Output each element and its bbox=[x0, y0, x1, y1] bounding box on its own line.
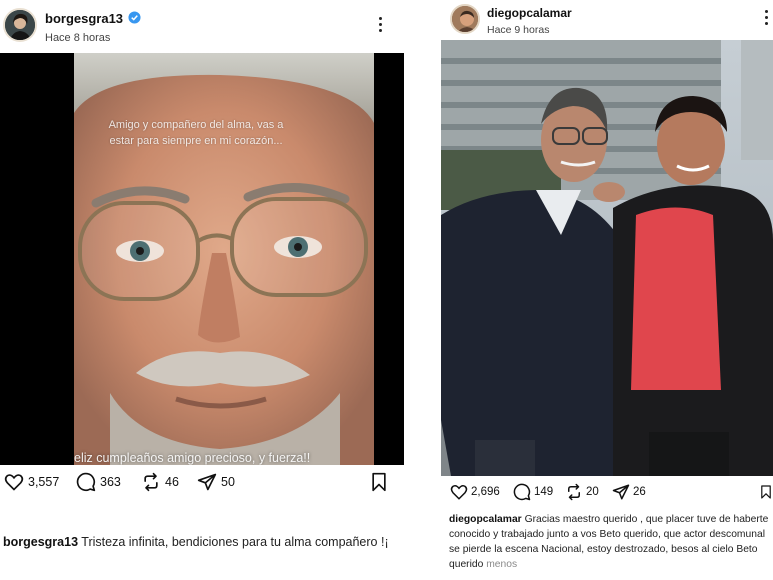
post-header: borgesgra13 Hace 8 horas bbox=[0, 0, 404, 52]
share-count: 50 bbox=[221, 475, 235, 489]
post-image[interactable]: Amigo y compañero del alma, vas a estar … bbox=[0, 53, 404, 465]
avatar[interactable] bbox=[450, 4, 480, 34]
comment-count: 149 bbox=[534, 486, 554, 498]
post-timestamp: Hace 9 horas bbox=[487, 24, 550, 36]
comment-button[interactable]: 363 bbox=[76, 472, 121, 492]
like-button[interactable]: 3,557 bbox=[4, 472, 59, 492]
share-count: 26 bbox=[633, 486, 646, 498]
share-icon bbox=[612, 484, 630, 500]
story-bottom-text: eliz cumpleaños amigo precioso, y fuerza… bbox=[74, 451, 311, 465]
save-button[interactable] bbox=[370, 472, 388, 492]
repost-icon bbox=[144, 472, 158, 492]
story-text-overlay: Amigo y compañero del alma, vas a estar … bbox=[108, 119, 284, 147]
post-timestamp: Hace 8 horas bbox=[45, 32, 111, 44]
portrait-illustration bbox=[0, 53, 404, 465]
more-options-icon[interactable] bbox=[761, 10, 771, 30]
caption-username[interactable]: diegopcalamar bbox=[449, 514, 522, 525]
save-button[interactable] bbox=[760, 483, 772, 501]
photo-illustration bbox=[441, 40, 773, 476]
username[interactable]: borgesgra13 bbox=[45, 11, 123, 26]
share-button[interactable]: 26 bbox=[612, 483, 646, 501]
caption-username[interactable]: borgesgra13 bbox=[3, 535, 78, 549]
left-post: borgesgra13 Hace 8 horas Amigo y compañe… bbox=[0, 0, 404, 580]
username[interactable]: diegopcalamar bbox=[487, 6, 572, 20]
repost-button[interactable]: 20 bbox=[565, 483, 599, 501]
post-caption: diegopcalamar Gracias maestro querido , … bbox=[449, 512, 771, 572]
action-bar: 3,557 363 46 50 bbox=[0, 472, 404, 502]
post-image[interactable] bbox=[441, 40, 773, 476]
like-count: 3,557 bbox=[28, 475, 60, 489]
more-options-icon[interactable] bbox=[375, 17, 385, 37]
share-icon bbox=[197, 473, 217, 491]
comment-icon bbox=[513, 483, 531, 501]
heart-icon bbox=[4, 474, 24, 491]
post-caption: borgesgra13 Tristeza infinita, bendicion… bbox=[3, 533, 398, 551]
repost-count: 46 bbox=[165, 475, 179, 489]
repost-icon bbox=[568, 483, 580, 501]
right-post: diegopcalamar Hace 9 horas 2,696 149 20 … bbox=[438, 0, 773, 580]
like-count: 2,696 bbox=[471, 486, 500, 498]
share-button[interactable]: 50 bbox=[197, 472, 235, 492]
action-bar: 2,696 149 20 26 bbox=[438, 483, 773, 513]
bookmark-icon bbox=[372, 472, 386, 492]
comment-count: 363 bbox=[100, 475, 121, 489]
caption-text: Tristeza infinita, bendiciones para tu a… bbox=[81, 535, 389, 549]
heart-icon bbox=[450, 485, 468, 500]
comment-button[interactable]: 149 bbox=[513, 483, 553, 501]
repost-button[interactable]: 46 bbox=[141, 472, 179, 492]
bookmark-icon bbox=[761, 485, 771, 499]
verified-icon bbox=[128, 11, 141, 24]
caption-less-link[interactable]: menos bbox=[486, 559, 517, 570]
avatar[interactable] bbox=[3, 8, 37, 42]
like-button[interactable]: 2,696 bbox=[450, 483, 500, 501]
comment-icon bbox=[76, 472, 96, 492]
repost-count: 20 bbox=[586, 486, 599, 498]
